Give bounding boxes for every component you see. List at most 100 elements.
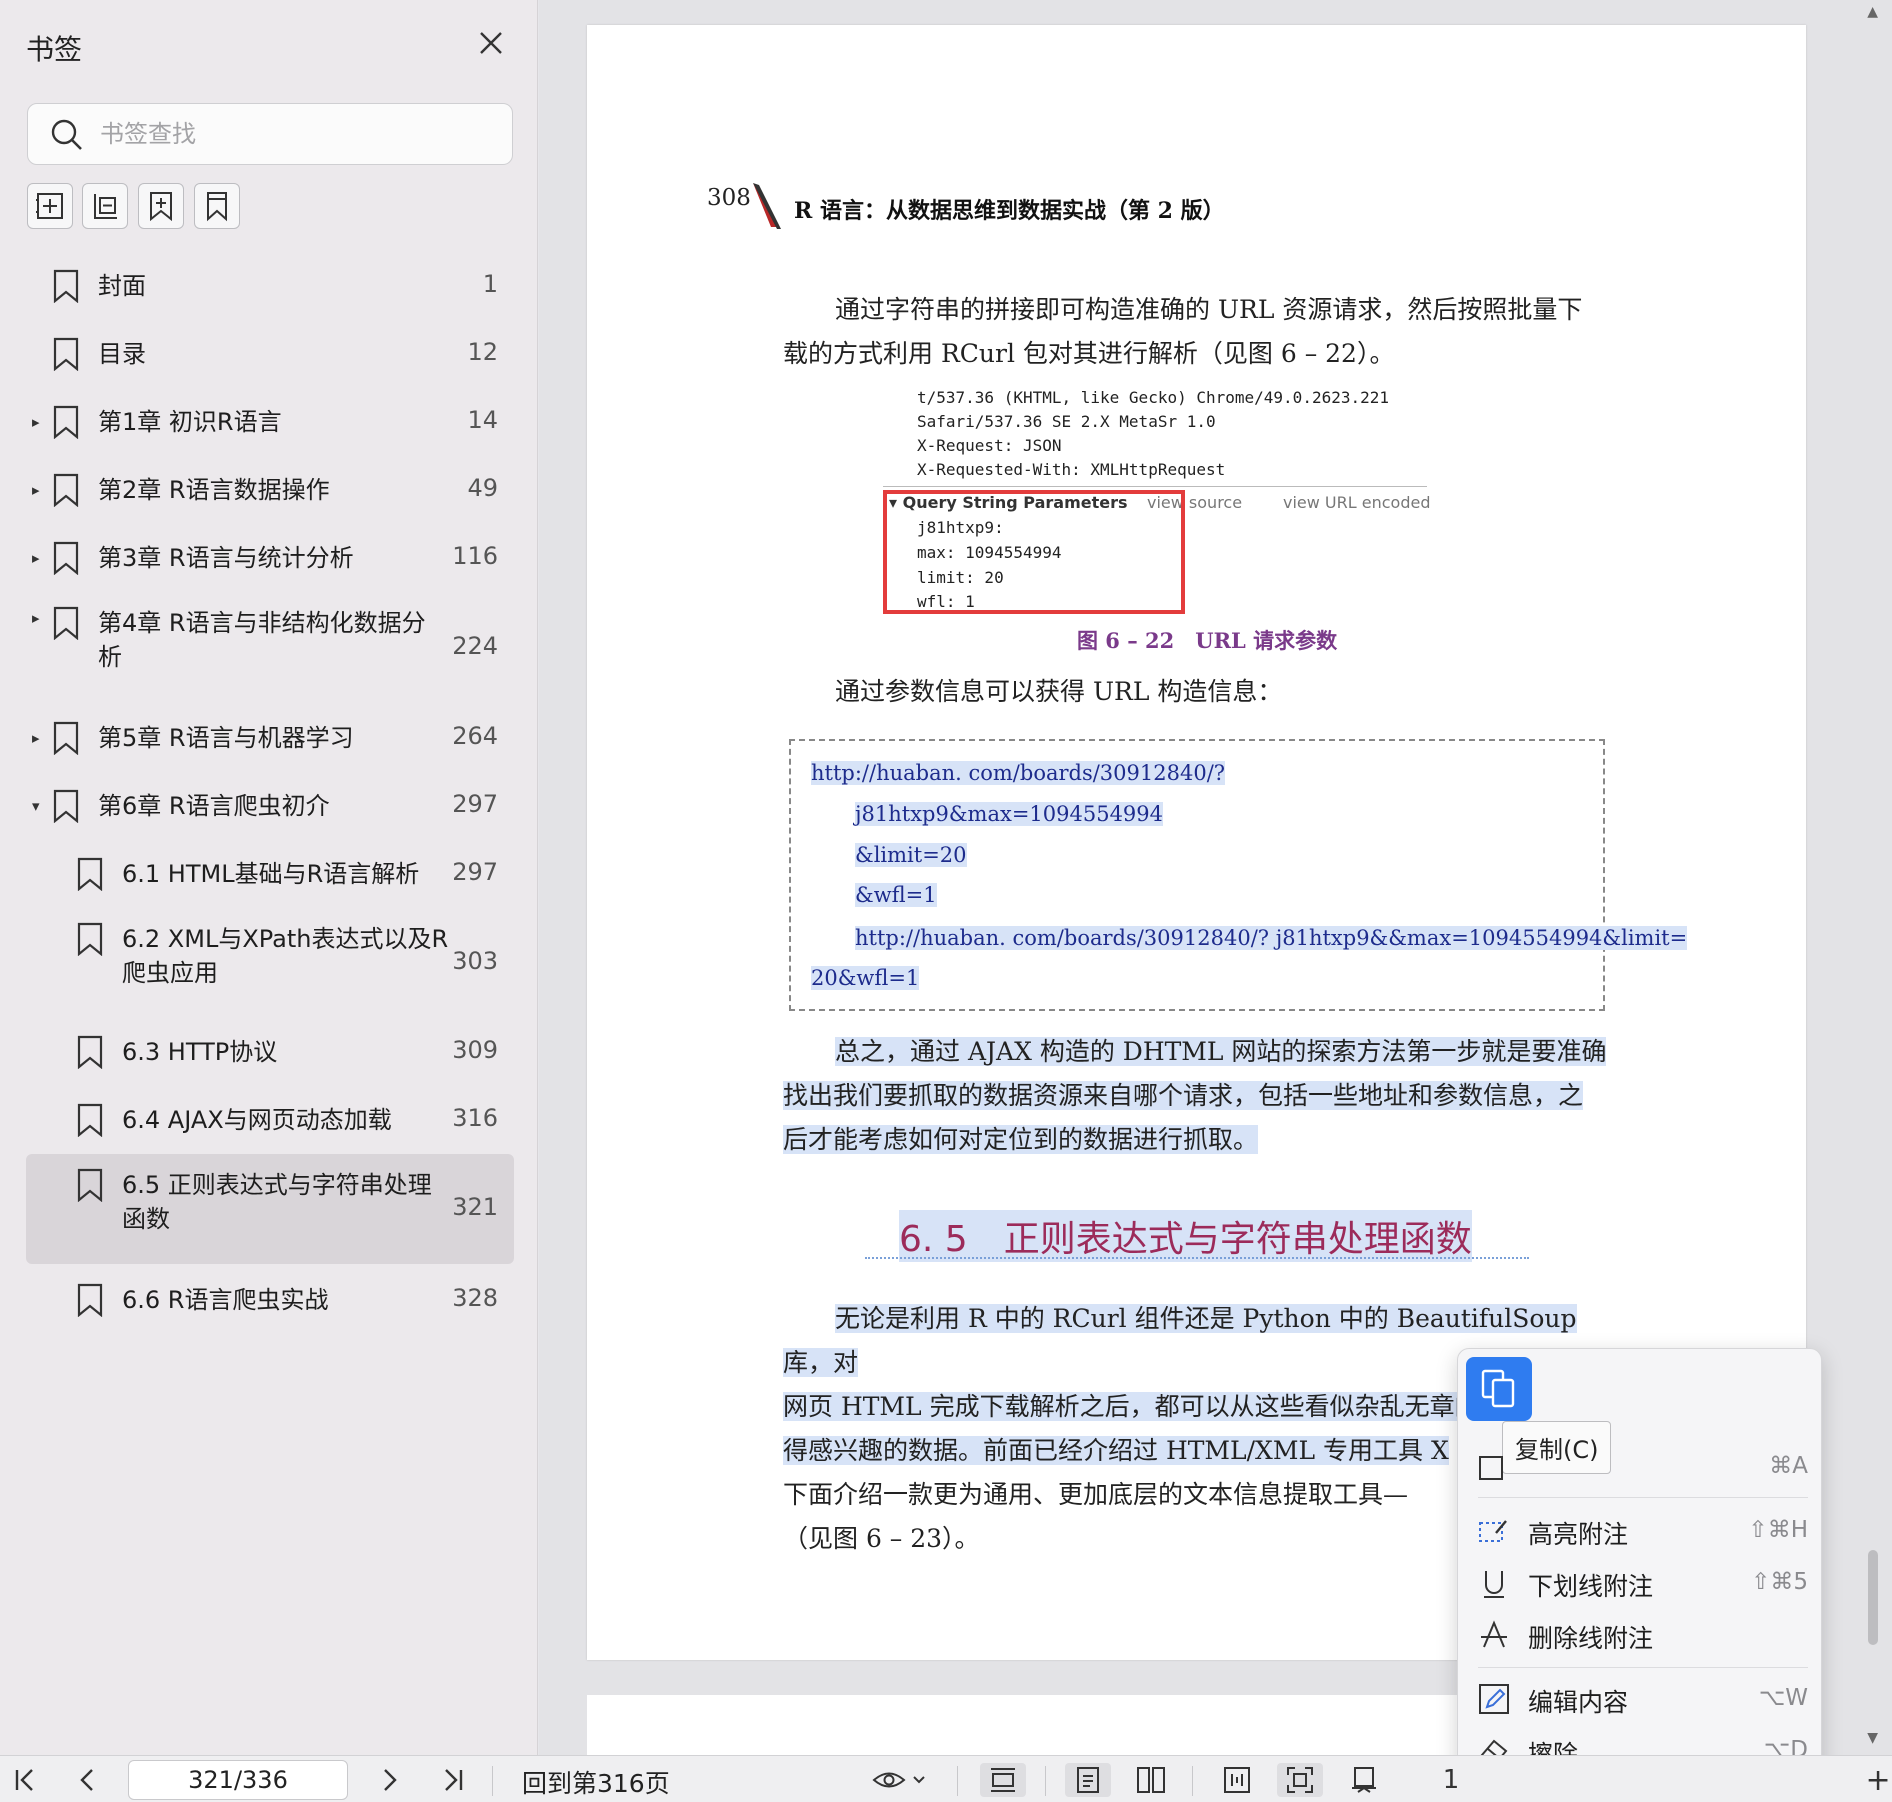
- bookmark-icon: [53, 473, 79, 507]
- two-page-button[interactable]: [1128, 1763, 1174, 1797]
- fit-page-button[interactable]: [1214, 1763, 1260, 1797]
- header-decoration: [753, 183, 781, 229]
- select-all-item[interactable]: ⌘A: [1478, 1447, 1808, 1489]
- bookmark-item[interactable]: 6.1 HTML基础与R语言解析 297: [26, 840, 514, 908]
- bookmark-item[interactable]: 6.2 XML与XPath表达式以及R 爬虫应用 303: [26, 908, 514, 1018]
- copy-button[interactable]: [1466, 1357, 1532, 1421]
- figure-caption: 图 6 – 22 URL 请求参数: [1077, 628, 1338, 653]
- page-number-input[interactable]: [128, 1760, 348, 1800]
- zoom-value: 1: [1442, 1765, 1460, 1795]
- bookmark-button[interactable]: [194, 183, 240, 229]
- strikethrough-icon: [1481, 1620, 1507, 1648]
- bookmark-icon: [77, 857, 103, 891]
- bookmark-icon: [53, 606, 79, 640]
- caret-right-icon[interactable]: ▸: [32, 730, 48, 746]
- bookmark-item[interactable]: 6.4 AJAX与网页动态加载 316: [26, 1086, 514, 1154]
- prev-page-icon[interactable]: [72, 1763, 102, 1797]
- select-all-icon: [1479, 1456, 1503, 1480]
- bookmark-label: 6.2 XML与XPath表达式以及R 爬虫应用: [122, 925, 449, 987]
- scrollbar[interactable]: [1868, 1550, 1878, 1645]
- underline-annotation-item[interactable]: 下划线附注 ⇧⌘5: [1478, 1563, 1808, 1605]
- add-bookmark-icon: [150, 192, 172, 222]
- caret-right-icon[interactable]: ▸: [32, 482, 48, 498]
- bookmark-item[interactable]: ▸ 第5章 R语言与机器学习 264: [26, 704, 514, 772]
- bookmark-icon: [53, 789, 79, 823]
- fit-width-icon: [991, 1768, 1015, 1792]
- bookmark-icon: [77, 922, 103, 956]
- bookmark-item[interactable]: ▸ 第2章 R语言数据操作 49: [26, 456, 514, 524]
- bookmark-page-number: 224: [452, 632, 498, 660]
- highlight-annotation-item[interactable]: 高亮附注 ⇧⌘H: [1478, 1511, 1808, 1553]
- fullscreen-icon: [1287, 1767, 1313, 1793]
- bookmark-icon: [207, 192, 227, 222]
- bookmark-page-number: 1: [482, 270, 498, 298]
- bookmark-item[interactable]: ▸ 第1章 初识R语言 14: [26, 388, 514, 456]
- bookmark-page-number: 309: [452, 1036, 498, 1064]
- bookmark-label: 目录: [98, 340, 146, 368]
- strikethrough-annotation-item[interactable]: 删除线附注: [1478, 1615, 1808, 1657]
- edit-content-item[interactable]: 编辑内容 ⌥W: [1478, 1679, 1808, 1721]
- bookmark-page-number: 297: [452, 790, 498, 818]
- bookmark-label: 封面: [98, 272, 146, 300]
- expand-all-icon: [36, 193, 63, 219]
- caret-down-icon[interactable]: ▾: [32, 798, 48, 814]
- bookmark-icon: [53, 269, 79, 303]
- bookmark-page-number: 49: [467, 474, 498, 502]
- bookmark-search[interactable]: [27, 103, 513, 165]
- bookmark-search-input[interactable]: [100, 114, 500, 154]
- scroll-up-icon[interactable]: ▲: [1867, 4, 1878, 20]
- fullscreen-button[interactable]: [1277, 1763, 1323, 1797]
- section-title: 6. 5 正则表达式与字符串处理函数: [899, 1210, 1472, 1262]
- figure-6-22: t/537.36 (KHTML, like Gecko) Chrome/49.0…: [883, 388, 1437, 618]
- bookmark-page-number: 316: [452, 1104, 498, 1132]
- page-number: 308: [707, 185, 751, 211]
- bookmark-page-number: 328: [452, 1284, 498, 1312]
- bookmark-label: 6.6 R语言爬虫实战: [122, 1286, 329, 1314]
- paragraph-1: 通过字符串的拼接即可构造准确的 URL 资源请求，然后按照批量下 载的方式利用 …: [783, 295, 1583, 368]
- first-page-icon[interactable]: [10, 1763, 40, 1797]
- bookmark-item[interactable]: ▸ 第3章 R语言与统计分析 116: [26, 524, 514, 592]
- bookmark-label: 第6章 R语言爬虫初介: [98, 792, 330, 820]
- bookmark-label: 第5章 R语言与机器学习: [98, 724, 354, 752]
- collapse-all-button[interactable]: [82, 183, 128, 229]
- single-page-button[interactable]: [1065, 1763, 1111, 1797]
- caret-right-icon[interactable]: ▸: [32, 414, 48, 430]
- bookmark-page-number: 297: [452, 858, 498, 886]
- bookmark-item[interactable]: 6.6 R语言爬虫实战 328: [26, 1266, 514, 1334]
- bookmark-item[interactable]: 目录 12: [26, 320, 514, 388]
- bookmark-item[interactable]: ▾ 第6章 R语言爬虫初介 297: [26, 772, 514, 840]
- bookmark-label: 6.1 HTML基础与R语言解析: [122, 860, 420, 888]
- caret-right-icon[interactable]: ▸: [32, 610, 48, 626]
- bookmark-item[interactable]: 6.5 正则表达式与字符串处理 函数 321: [26, 1154, 514, 1264]
- presentation-button[interactable]: [1341, 1763, 1387, 1797]
- bookmark-icon: [77, 1035, 103, 1069]
- two-page-icon: [1137, 1767, 1165, 1793]
- view-mode-dropdown[interactable]: [870, 1763, 930, 1797]
- bottom-toolbar: 回到第316页 1 +: [0, 1755, 1892, 1802]
- add-bookmark-button[interactable]: [138, 183, 184, 229]
- expand-all-button[interactable]: [27, 183, 73, 229]
- zoom-in-icon[interactable]: +: [1865, 1763, 1890, 1798]
- bookmark-page-number: 321: [452, 1193, 498, 1221]
- back-to-page-link[interactable]: 回到第316页: [522, 1764, 670, 1800]
- fit-width-button[interactable]: [980, 1763, 1026, 1797]
- paragraph-2: 通过参数信息可以获得 URL 构造信息：: [835, 677, 1283, 706]
- bookmark-label: 6.3 HTTP协议: [122, 1038, 278, 1066]
- bookmark-icon: [53, 541, 79, 575]
- bookmark-icon: [77, 1283, 103, 1317]
- caret-right-icon[interactable]: ▸: [32, 550, 48, 566]
- bookmark-item[interactable]: 封面 1: [26, 252, 514, 320]
- search-icon: [51, 119, 82, 150]
- bookmark-page-number: 264: [452, 722, 498, 750]
- sidebar-title: 书签: [26, 33, 83, 66]
- fit-page-icon: [1224, 1767, 1250, 1793]
- last-page-icon[interactable]: [438, 1763, 468, 1797]
- bookmark-label: 第3章 R语言与统计分析: [98, 544, 354, 572]
- scroll-down-icon[interactable]: ▼: [1867, 1730, 1878, 1746]
- bookmark-label: 第2章 R语言数据操作: [98, 476, 330, 504]
- bookmark-item[interactable]: ▸ 第4章 R语言与非结构化数据分析 224: [26, 592, 514, 704]
- close-icon[interactable]: [474, 26, 508, 60]
- next-page-icon[interactable]: [375, 1763, 405, 1797]
- bookmark-item[interactable]: 6.3 HTTP协议 309: [26, 1018, 514, 1086]
- bookmark-page-number: 12: [467, 338, 498, 366]
